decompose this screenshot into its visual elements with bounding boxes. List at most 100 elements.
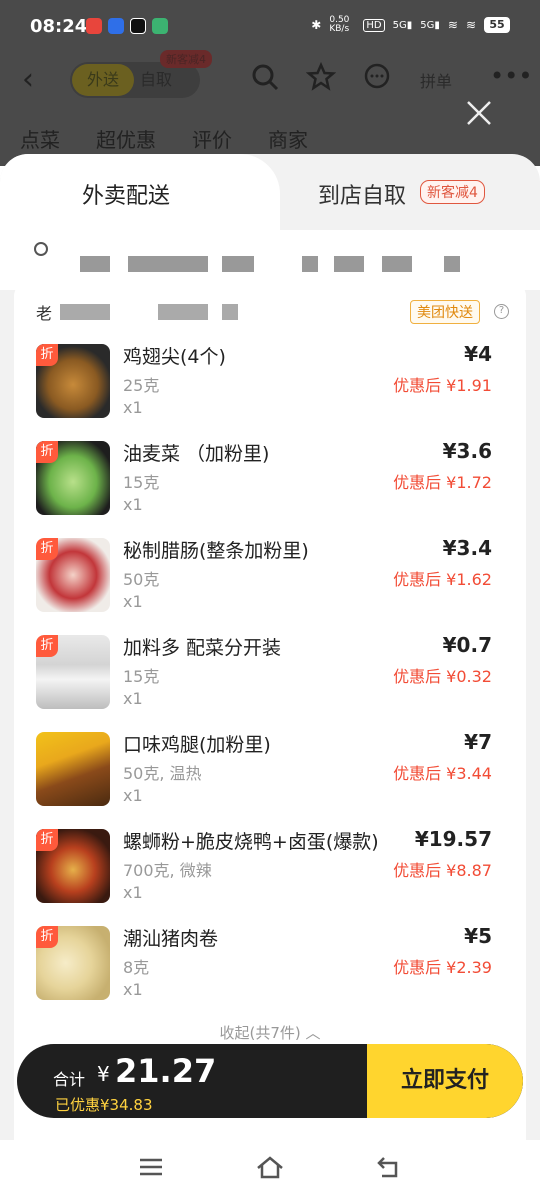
item-discount-price: 优惠后 ¥3.44 [393,764,492,783]
home-icon[interactable] [255,1152,285,1182]
item-qty: x1 [123,786,143,805]
list-item: 折 加料多 配菜分开装 15克 x1 ¥0.7 优惠后 ¥0.32 [14,631,526,727]
wechat-pay-icon [152,18,168,34]
tab-delivery-label: 外卖配送 [82,184,171,209]
food-image [36,732,110,806]
location-pin-icon [34,242,48,256]
blurred-store-name [222,304,238,320]
system-nav-bar [0,1140,540,1200]
item-spec: 25克 [123,376,160,395]
item-price: ¥3.4 [442,536,492,560]
item-name: 秘制腊肠(整条加粉里) [123,540,309,562]
sim2-label: 5G [420,19,435,31]
item-name: 鸡翅尖(4个) [123,346,226,368]
wifi-icon: ≋ [447,18,458,32]
pay-now-button[interactable]: 立即支付 [367,1044,523,1118]
help-icon[interactable]: ? [494,304,509,319]
saved-amount: 已优惠¥34.83 [55,1096,153,1114]
item-spec: 8克 [123,958,150,977]
item-qty: x1 [123,592,143,611]
menu-icon[interactable] [136,1152,166,1182]
list-item: 折 鸡翅尖(4个) 25克 x1 ¥4 优惠后 ¥1.91 [14,340,526,436]
bg-tab-store: 商家 [268,128,308,152]
discount-tag: 折 [36,635,58,657]
app-notification-icon [108,18,124,34]
blurred-address [302,256,318,272]
weibo-icon [86,18,102,34]
more-icon: ••• [490,62,533,90]
item-name: 油麦菜 （加粉里) [123,443,270,465]
collapse-button[interactable]: 收起(共7件) ︿ [14,1022,526,1043]
wifi-icon-2: ≋ [465,18,476,32]
toggle-delivery: 外送 [72,64,134,96]
group-order-label: 拼单 [420,72,453,91]
item-name: 潮汕猪肉卷 [123,928,219,950]
network-speed: 0.50 KB/s [329,15,350,34]
total-amount: 21.27 [115,1052,217,1090]
order-type-tabs: 外卖配送 到店自取 新客减4 [0,154,540,230]
food-image: 折 [36,926,110,1000]
list-item: 折 秘制腊肠(整条加粉里) 50克 x1 ¥3.4 优惠后 ¥1.62 [14,534,526,630]
item-spec: 50克, 温热 [123,764,202,783]
discount-tag: 折 [36,926,58,948]
sim1-signal-icon: 5G▮ [392,19,413,31]
list-item: 折 螺蛳粉+脆皮烧鸭+卤蛋(爆款) 700克, 微辣 x1 ¥19.57 优惠后… [14,825,526,921]
list-item: 折 油麦菜 （加粉里) 15克 x1 ¥3.6 优惠后 ¥1.72 [14,437,526,533]
notification-icons [86,18,168,34]
search-icon [252,64,279,91]
total-label: 合计 [53,1070,86,1089]
sim2-signal-icon: 5G▮ [420,19,440,31]
list-item: 折 潮汕猪肉卷 8克 x1 ¥5 优惠后 ¥2.39 [14,922,526,1018]
item-discount-price: 优惠后 ¥1.72 [393,473,492,492]
blurred-address [80,256,110,272]
item-name: 口味鸡腿(加粉里) [123,734,271,756]
tab-delivery[interactable]: 外卖配送 [0,154,280,230]
item-name: 螺蛳粉+脆皮烧鸭+卤蛋(爆款) [123,831,379,853]
promo-badge: 新客减4 [160,50,212,68]
clock: 08:24 [30,16,88,37]
item-discount-price: 优惠后 ¥8.87 [393,861,492,880]
sim1-label: 5G [392,19,407,31]
blurred-address [128,256,208,272]
chat-icon [364,63,390,89]
bg-tab-menu: 点菜 [20,128,60,152]
blurred-address [382,256,412,272]
tiktok-icon [130,18,146,34]
background-tabs: 点菜 超优惠 评价 商家 [20,124,308,153]
blurred-address [444,256,460,272]
food-image: 折 [36,635,110,709]
item-spec: 15克 [123,667,160,686]
discount-tag: 折 [36,538,58,560]
food-image: 折 [36,344,110,418]
hd-icon: HD [363,18,385,32]
item-price: ¥19.57 [414,827,492,851]
store-row: 老 美团快送 ? [14,296,526,326]
meituan-delivery-badge: 美团快送 [410,300,480,324]
close-icon[interactable] [466,100,492,126]
blurred-store-name [158,304,208,320]
discount-tag: 折 [36,441,58,463]
item-qty: x1 [123,689,143,708]
store-name: 老 [36,304,53,323]
item-qty: x1 [123,398,143,417]
item-spec: 700克, 微辣 [123,861,212,880]
item-discount-price: 优惠后 ¥1.62 [393,570,492,589]
item-discount-price: 优惠后 ¥1.91 [393,376,492,395]
back-icon[interactable] [374,1152,404,1182]
bluetooth-icon: ✱ [311,18,322,32]
item-qty: x1 [123,883,143,902]
food-image: 折 [36,538,110,612]
discount-tag: 折 [36,829,58,851]
discount-tag: 折 [36,344,58,366]
tab-pickup[interactable]: 到店自取 [318,178,406,210]
header-icons [250,62,392,92]
status-bar: 08:24 ✱ 0.50 KB/s HD 5G▮ 5G▮ ≋ ≋ 55 [0,0,540,56]
system-icons: ✱ 0.50 KB/s HD 5G▮ 5G▮ ≋ ≋ 55 [311,16,510,34]
new-customer-badge: 新客减4 [420,180,485,204]
item-discount-price: 优惠后 ¥0.32 [393,667,492,686]
address-row[interactable] [0,230,540,290]
currency-symbol: ¥ [97,1062,110,1086]
item-price: ¥3.6 [442,439,492,463]
food-image: 折 [36,829,110,903]
blurred-store-name [60,304,110,320]
